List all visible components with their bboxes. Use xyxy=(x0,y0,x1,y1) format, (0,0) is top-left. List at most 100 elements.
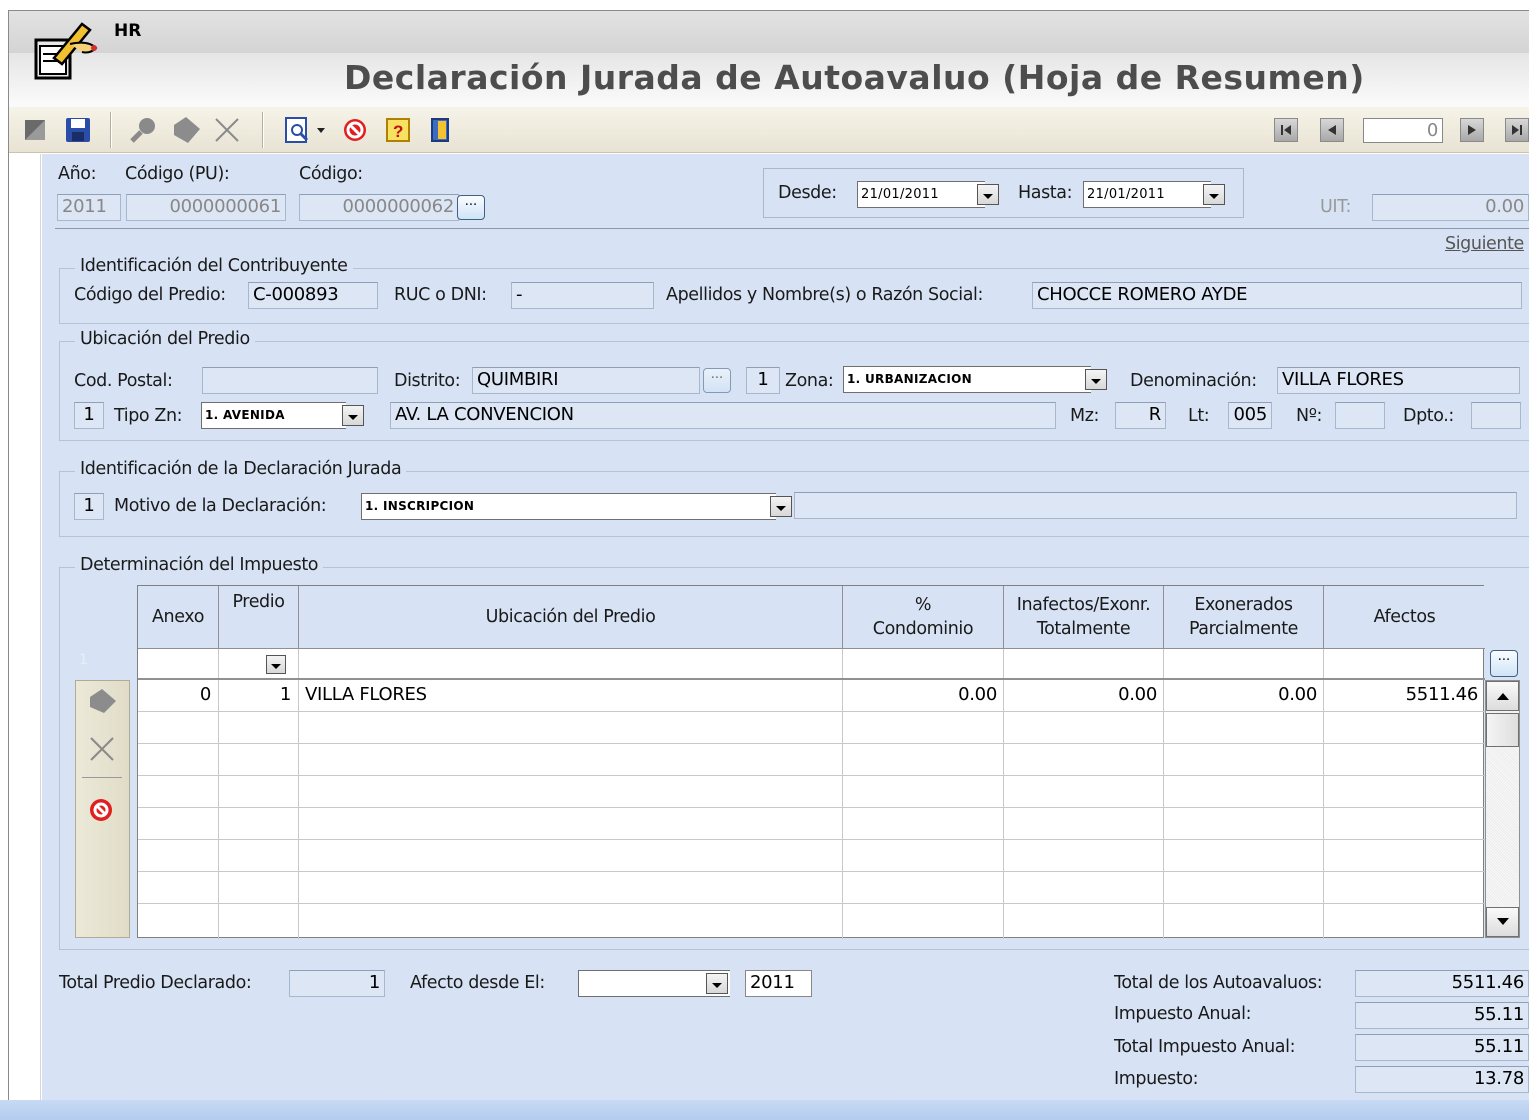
impuesto-group-title: Determinación del Impuesto xyxy=(75,555,324,575)
scroll-thumb[interactable] xyxy=(1486,713,1519,747)
next-record-icon[interactable] xyxy=(1460,118,1484,142)
grid-row-line xyxy=(138,678,1485,680)
col-exonerados-header[interactable]: Exonerados Parcialmente xyxy=(1164,586,1324,649)
zona-label: Zona: xyxy=(785,371,834,391)
new-row-predio-dropdown[interactable] xyxy=(266,655,286,674)
record-number-field[interactable]: 0 xyxy=(1363,118,1443,143)
total-autoavaluos-field[interactable]: 5511.46 xyxy=(1355,970,1529,997)
row-afectos-cell[interactable]: 5511.46 xyxy=(1406,684,1479,705)
hasta-dropdown-button[interactable] xyxy=(1203,184,1225,205)
tag-row-icon[interactable] xyxy=(86,687,120,720)
zona-code-field[interactable]: 1 xyxy=(746,367,780,394)
tag-icon[interactable] xyxy=(170,115,200,145)
desde-date-picker[interactable]: 21/01/2011 xyxy=(857,181,985,208)
dpto-label: Dpto.: xyxy=(1403,406,1454,426)
cancel-row-icon[interactable] xyxy=(88,797,114,828)
lt-field[interactable]: 005 xyxy=(1228,402,1272,429)
grid-column-line xyxy=(1163,649,1164,939)
row-inafectos-cell[interactable]: 0.00 xyxy=(1118,684,1157,705)
delete-row-icon[interactable] xyxy=(88,735,116,768)
via-field[interactable]: AV. LA CONVENCION xyxy=(390,402,1056,429)
col-ubicacion-header[interactable]: Ubicación del Predio xyxy=(299,586,843,649)
uit-label: UIT: xyxy=(1320,197,1352,217)
row-anexo-cell[interactable]: 0 xyxy=(200,684,211,705)
motivo-label: Motivo de la Declaración: xyxy=(114,496,327,516)
col-afectos-header[interactable]: Afectos xyxy=(1324,586,1485,649)
grid-row-line xyxy=(138,839,1485,840)
zona-dropdown-button[interactable] xyxy=(1085,369,1107,390)
anio-field[interactable]: 2011 xyxy=(57,194,121,221)
cod-postal-field[interactable] xyxy=(202,367,378,394)
afecto-desde-dropdown-button[interactable] xyxy=(706,973,728,994)
ubicacion-group-title: Ubicación del Predio xyxy=(75,329,255,349)
dpto-field[interactable] xyxy=(1471,402,1521,429)
tipo-zn-select[interactable]: 1. AVENIDA xyxy=(201,402,346,429)
motivo-select[interactable]: 1. INSCRIPCION xyxy=(361,493,776,520)
total-impuesto-label: Total Impuesto Anual: xyxy=(1114,1037,1296,1057)
total-predio-field[interactable]: 1 xyxy=(289,970,385,997)
codigo-pu-field[interactable]: 0000000061 xyxy=(126,194,286,221)
delete-icon[interactable] xyxy=(212,115,242,145)
numero-field[interactable] xyxy=(1335,402,1385,429)
impuesto-field[interactable]: 13.78 xyxy=(1355,1066,1529,1093)
row-ubicacion-cell[interactable]: VILLA FLORES xyxy=(305,684,427,705)
col-predio-header[interactable]: Predio xyxy=(219,586,299,649)
cancel-icon[interactable] xyxy=(340,115,370,145)
page-title: Declaración Jurada de Autoavaluo (Hoja d… xyxy=(344,58,1365,97)
exit-icon[interactable] xyxy=(425,115,455,145)
row-predio-cell[interactable]: 1 xyxy=(280,684,291,705)
help-icon[interactable]: ? xyxy=(383,115,413,145)
tipo-zn-dropdown-button[interactable] xyxy=(342,405,364,426)
total-predio-label: Total Predio Declarado: xyxy=(59,973,252,993)
last-record-icon[interactable] xyxy=(1505,118,1529,142)
col-inafectos-header[interactable]: Inafectos/Exonr. Totalmente xyxy=(1004,586,1164,649)
save-icon[interactable] xyxy=(63,115,93,145)
distrito-lookup-button[interactable]: ... xyxy=(703,368,731,393)
uit-field[interactable]: 0.00 xyxy=(1372,194,1529,221)
col-anexo-header[interactable]: Anexo xyxy=(138,586,219,649)
nombre-field[interactable]: CHOCCE ROMERO AYDE xyxy=(1032,282,1522,309)
codigo-predio-field[interactable]: C-000893 xyxy=(248,282,378,309)
col-condominio-header[interactable]: % Condominio xyxy=(843,586,1004,649)
grid-lookup-button[interactable]: ... xyxy=(1490,650,1518,677)
hasta-date-picker[interactable]: 21/01/2011 xyxy=(1083,181,1211,208)
siguiente-link[interactable]: Siguiente xyxy=(1445,234,1524,254)
grid-column-line xyxy=(1323,649,1324,939)
impuesto-anual-label: Impuesto Anual: xyxy=(1114,1004,1252,1024)
motivo-detail-field[interactable] xyxy=(794,492,1517,519)
scroll-up-button[interactable] xyxy=(1486,681,1519,711)
motivo-code-field[interactable]: 1 xyxy=(74,493,104,520)
cod-postal-label: Cod. Postal: xyxy=(74,371,173,391)
impuesto-anual-field[interactable]: 55.11 xyxy=(1355,1002,1529,1029)
desde-dropdown-button[interactable] xyxy=(977,184,999,205)
denominacion-field[interactable]: VILLA FLORES xyxy=(1277,367,1520,394)
row-actions-divider xyxy=(82,777,122,778)
dropdown-arrow-icon[interactable] xyxy=(312,115,330,145)
zona-select[interactable]: 1. URBANIZACION xyxy=(843,366,1091,393)
motivo-dropdown-button[interactable] xyxy=(770,496,792,517)
total-impuesto-field[interactable]: 55.11 xyxy=(1355,1034,1529,1061)
codigo-field[interactable]: 0000000062 xyxy=(299,194,459,221)
tipo-zn-code-field[interactable]: 1 xyxy=(74,402,104,429)
previous-record-icon[interactable] xyxy=(1320,118,1344,142)
tipo-zn-label: Tipo Zn: xyxy=(114,406,183,426)
ruc-field[interactable]: - xyxy=(511,282,654,309)
first-record-icon[interactable] xyxy=(1274,118,1298,142)
col-inafectos-header-line1: Inafectos/Exonr. xyxy=(1016,595,1151,615)
anio-label: Año: xyxy=(58,164,97,184)
scroll-down-button[interactable] xyxy=(1486,907,1519,937)
col-inafectos-header-line2: Totalmente xyxy=(1036,619,1131,639)
row-exonerados-cell[interactable]: 0.00 xyxy=(1278,684,1317,705)
grid-scrollbar[interactable] xyxy=(1485,680,1520,938)
codigo-lookup-button[interactable]: ... xyxy=(457,195,485,220)
new-icon[interactable] xyxy=(20,115,50,145)
col-condominio-header-line1: % xyxy=(914,595,932,615)
distrito-field[interactable]: QUIMBIRI xyxy=(472,367,700,394)
grid-column-line xyxy=(1003,649,1004,939)
find-icon[interactable] xyxy=(128,115,158,145)
preview-icon[interactable] xyxy=(282,115,312,145)
codigo-pu-label: Código (PU): xyxy=(125,164,230,184)
row-condominio-cell[interactable]: 0.00 xyxy=(958,684,997,705)
mz-field[interactable]: R xyxy=(1115,402,1166,429)
afecto-anio-field[interactable]: 2011 xyxy=(745,970,812,997)
